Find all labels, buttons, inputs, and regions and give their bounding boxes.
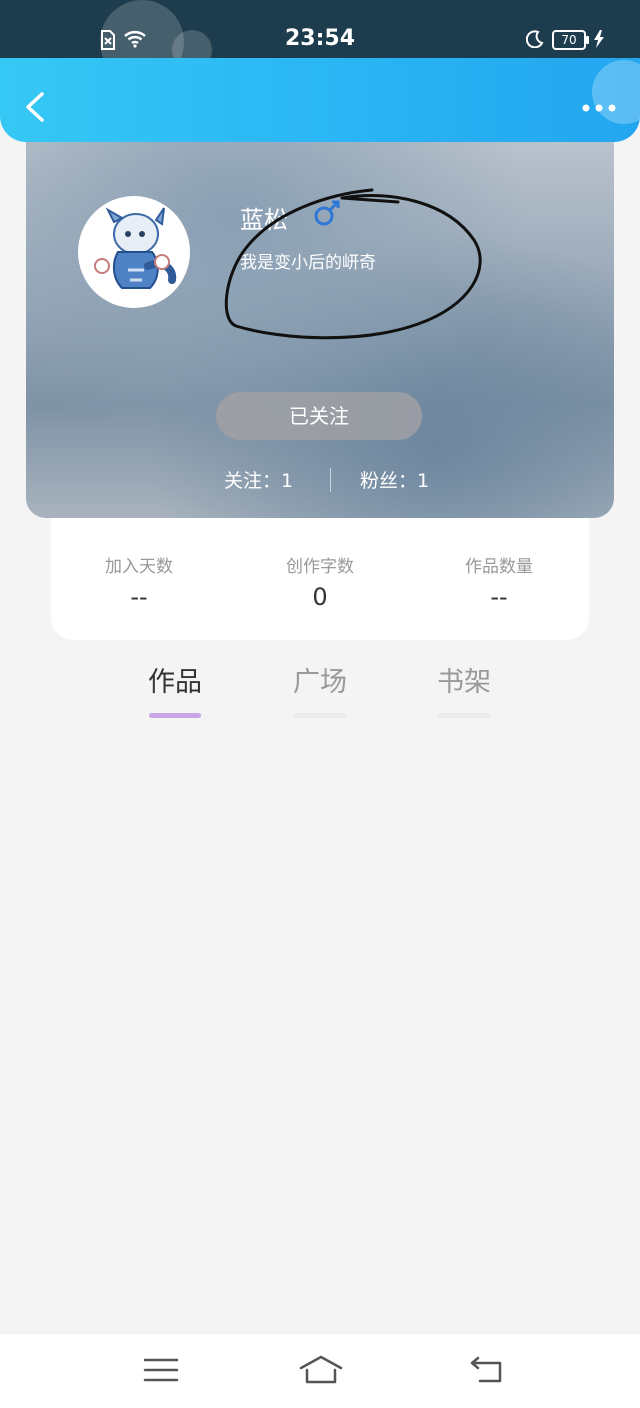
- back-arrow-icon[interactable]: [22, 90, 48, 124]
- return-icon[interactable]: [468, 1354, 508, 1386]
- avatar[interactable]: [78, 196, 190, 308]
- info-label: 作品数量: [465, 557, 533, 577]
- profile-card: 蓝松 我是变小后的岍奇 已关注 关注：1 粉丝：1: [26, 142, 614, 518]
- tab-indicator: [149, 713, 201, 718]
- stats-divider: [330, 468, 331, 492]
- tab-label: 广场: [293, 667, 347, 698]
- status-bar: 23:54 70: [0, 0, 640, 84]
- info-join-days: 加入天数 --: [59, 552, 219, 611]
- info-word-count: 创作字数 0: [240, 552, 400, 611]
- scribble-annotation: [224, 188, 482, 340]
- menu-lines-icon[interactable]: [141, 1354, 181, 1386]
- more-dots-icon[interactable]: [580, 100, 618, 116]
- app-header: [0, 58, 640, 142]
- following-count[interactable]: 关注：1: [224, 466, 293, 493]
- follow-button[interactable]: 已关注: [216, 392, 422, 440]
- battery-icon: 70: [552, 30, 589, 50]
- info-value: --: [490, 583, 508, 611]
- tab-indicator: [438, 713, 490, 718]
- info-value: --: [130, 583, 148, 611]
- info-works-count: 作品数量 --: [419, 552, 579, 611]
- charging-icon: [594, 30, 604, 48]
- followers-count[interactable]: 粉丝：1: [360, 466, 429, 493]
- home-icon[interactable]: [298, 1354, 344, 1386]
- avatar-image: [81, 199, 187, 305]
- tab-indicator: [294, 713, 346, 718]
- info-label: 加入天数: [105, 557, 173, 577]
- info-label: 创作字数: [286, 557, 354, 577]
- info-card: 加入天数 -- 创作字数 0 作品数量 --: [51, 518, 589, 640]
- tab-bookshelf[interactable]: 书架: [414, 660, 514, 718]
- tab-square[interactable]: 广场: [270, 660, 370, 718]
- tab-label: 书架: [437, 667, 491, 698]
- tab-works[interactable]: 作品: [125, 660, 225, 718]
- content-tabs: 作品 广场 书架: [0, 656, 640, 718]
- tab-label: 作品: [148, 667, 202, 698]
- moon-icon: [526, 30, 544, 48]
- system-nav-bar: [0, 1334, 640, 1408]
- info-value: 0: [312, 583, 328, 611]
- status-time: 23:54: [284, 26, 356, 51]
